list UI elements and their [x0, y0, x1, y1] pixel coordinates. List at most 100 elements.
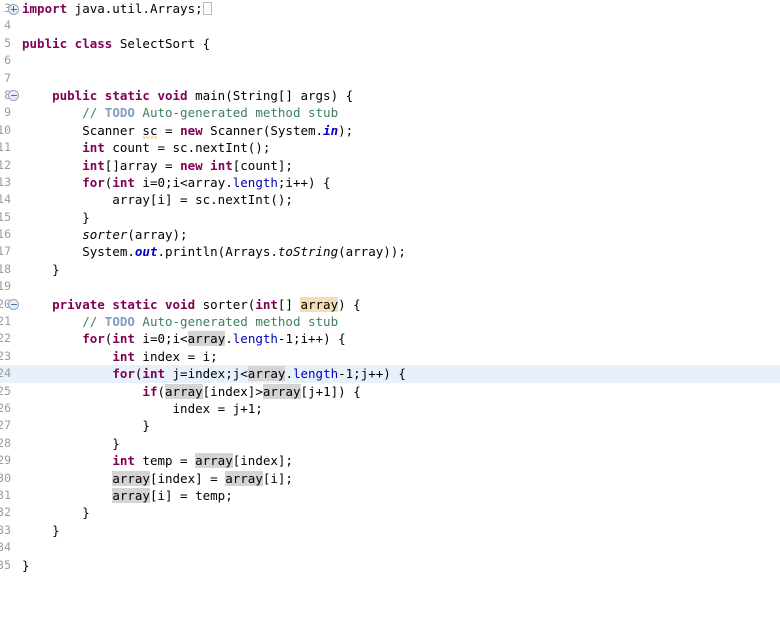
code-line[interactable]: 4 — [0, 17, 780, 34]
code-text: } — [22, 522, 60, 538]
code-line[interactable]: 33 } — [0, 522, 780, 539]
line-number: 5 — [4, 35, 11, 50]
line-number: 7 — [4, 70, 11, 85]
line-number: 22 — [0, 331, 11, 346]
line-number: 29 — [0, 453, 11, 468]
code-line[interactable]: 26 index = j+1; — [0, 400, 780, 417]
code-line[interactable]: 9 // TODO Auto-generated method stub — [0, 104, 780, 121]
line-number: 9 — [4, 105, 11, 120]
code-text: for(int i=0;i<array.length;i++) { — [82, 174, 331, 190]
code-text: array[index] = array[i]; — [112, 470, 293, 486]
code-line[interactable]: 12 int[]array = new int[count]; — [0, 157, 780, 174]
code-text: private static void sorter(int[] array) … — [52, 296, 361, 312]
code-line[interactable]: 5 public class SelectSort { — [0, 35, 780, 52]
code-text: } — [22, 418, 150, 434]
code-text: // TODO Auto-generated method stub — [82, 105, 339, 121]
code-line[interactable]: 21 // TODO Auto-generated method stub — [0, 313, 780, 330]
code-line[interactable]: 7 — [0, 70, 780, 87]
code-text: int temp = array[index]; — [112, 453, 293, 469]
code-line[interactable]: 34 — [0, 539, 780, 556]
code-text: sorter(array); — [82, 227, 188, 243]
code-text: } — [22, 557, 30, 573]
code-line[interactable]: 8 public static void main(String[] args)… — [0, 87, 780, 104]
line-number: 18 — [0, 261, 11, 276]
code-line[interactable]: 30 array[index] = array[i]; — [0, 470, 780, 487]
code-line[interactable]: 31 array[i] = temp; — [0, 487, 780, 504]
code-line-current[interactable]: 24 for(int j=index;j<array.length-1;j++)… — [0, 365, 780, 383]
code-line[interactable]: 27 } — [0, 417, 780, 434]
fold-expanded-icon[interactable] — [8, 299, 19, 311]
line-number: 34 — [0, 540, 11, 555]
code-text: } — [22, 435, 120, 451]
code-text: array[i] = temp; — [112, 487, 233, 503]
code-line[interactable]: 17 System.out.println(Arrays.toString(ar… — [0, 243, 780, 260]
code-text: array[i] = sc.nextInt(); — [22, 192, 293, 208]
code-line[interactable]: 25 if(array[index]>array[j+1]) { — [0, 383, 780, 400]
line-number: 14 — [0, 192, 11, 207]
code-line[interactable]: 28 } — [0, 435, 780, 452]
line-number: 28 — [0, 435, 11, 450]
code-text: int[]array = new int[count]; — [82, 157, 293, 173]
code-text: int index = i; — [112, 348, 218, 364]
line-number: 33 — [0, 522, 11, 537]
code-line[interactable]: 14 array[i] = sc.nextInt(); — [0, 191, 780, 208]
code-text: for(int i=0;i<array.length-1;i++) { — [82, 331, 346, 347]
code-line[interactable]: 16 sorter(array); — [0, 226, 780, 243]
line-number: 24 — [0, 366, 11, 381]
code-text: } — [22, 209, 90, 225]
line-number: 16 — [0, 227, 11, 242]
text-caret — [202, 2, 212, 15]
line-number: 15 — [0, 209, 11, 224]
code-text: if(array[index]>array[j+1]) { — [142, 383, 361, 399]
java-source-editor[interactable]: 3 import java.util.Arrays; 4 5 public cl… — [0, 0, 780, 575]
code-text: int count = sc.nextInt(); — [82, 140, 271, 156]
line-number: 17 — [0, 244, 11, 259]
code-line[interactable]: 10 Scanner sc = new Scanner(System.in); — [0, 122, 780, 139]
line-number: 26 — [0, 400, 11, 415]
line-number: 4 — [4, 18, 11, 33]
line-number: 35 — [0, 557, 11, 572]
line-number: 25 — [0, 383, 11, 398]
code-text: for(int j=index;j<array.length-1;j++) { — [112, 366, 406, 382]
line-number: 27 — [0, 418, 11, 433]
code-text: public static void main(String[] args) { — [52, 87, 354, 103]
code-line[interactable]: 6 — [0, 52, 780, 69]
code-text: import java.util.Arrays; — [22, 0, 212, 17]
code-line[interactable]: 11 int count = sc.nextInt(); — [0, 139, 780, 156]
line-number: 19 — [0, 279, 11, 294]
code-text: // TODO Auto-generated method stub — [82, 314, 339, 330]
code-line[interactable]: 32 } — [0, 504, 780, 521]
line-number: 13 — [0, 174, 11, 189]
code-line[interactable]: 18 } — [0, 261, 780, 278]
code-line[interactable]: 20 private static void sorter(int[] arra… — [0, 296, 780, 313]
fold-collapsed-icon[interactable] — [8, 3, 19, 15]
code-line[interactable]: 35 } — [0, 557, 780, 574]
fold-expanded-icon[interactable] — [8, 90, 19, 102]
code-line[interactable]: 23 int index = i; — [0, 348, 780, 365]
code-line[interactable]: 15 } — [0, 209, 780, 226]
code-line[interactable]: 19 — [0, 278, 780, 295]
line-number: 11 — [0, 140, 11, 155]
code-text: public class SelectSort { — [22, 35, 211, 51]
code-text: } — [22, 505, 90, 521]
line-number: 32 — [0, 505, 11, 520]
line-number: 10 — [0, 122, 11, 137]
line-number: 12 — [0, 157, 11, 172]
code-text: System.out.println(Arrays.toString(array… — [22, 244, 406, 260]
code-line[interactable]: 13 for(int i=0;i<array.length;i++) { — [0, 174, 780, 191]
code-line[interactable]: 3 import java.util.Arrays; — [0, 0, 780, 17]
line-number: 23 — [0, 348, 11, 363]
code-text: index = j+1; — [22, 400, 263, 416]
code-line[interactable]: 29 int temp = array[index]; — [0, 452, 780, 469]
line-number: 6 — [4, 53, 11, 68]
code-text: } — [22, 261, 60, 277]
line-number: 21 — [0, 314, 11, 329]
code-text: Scanner sc = new Scanner(System.in); — [22, 122, 354, 138]
code-line[interactable]: 22 for(int i=0;i<array.length-1;i++) { — [0, 330, 780, 347]
line-number: 30 — [0, 470, 11, 485]
